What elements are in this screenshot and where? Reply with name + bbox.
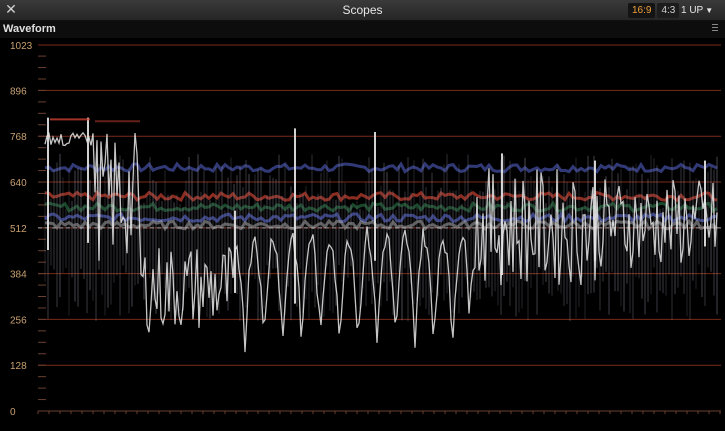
y-tick-label: 256 xyxy=(10,315,27,326)
chevron-down-icon: ▼ xyxy=(705,6,714,15)
y-tick-label: 128 xyxy=(10,361,27,372)
y-tick-label: 384 xyxy=(10,270,27,281)
y-tick-label: 640 xyxy=(10,178,27,189)
aspect-ratio-group: 16:9 4:3 xyxy=(628,3,680,18)
title-bar: ✕ Scopes 16:9 4:3 1 UP ▼ xyxy=(0,0,725,21)
y-tick-label: 768 xyxy=(10,132,27,143)
layout-select-label: 1 UP xyxy=(681,5,704,16)
scope-title: Waveform xyxy=(3,23,56,35)
y-tick-label: 512 xyxy=(10,224,27,235)
hamburger-menu-icon[interactable] xyxy=(711,24,719,35)
blue-trace xyxy=(44,161,718,174)
aspect-4-3-button[interactable]: 4:3 xyxy=(657,3,680,18)
waveform-scope: 1023 896 768 640 512 384 256 128 0 xyxy=(0,38,725,431)
y-tick-label: 0 xyxy=(10,407,16,418)
y-tick-label: 896 xyxy=(10,86,27,97)
window-title: Scopes xyxy=(342,3,383,17)
waveform-chart: 1023 896 768 640 512 384 256 128 0 xyxy=(10,41,721,418)
scope-panel-header: Waveform xyxy=(0,21,725,38)
layout-dropdown[interactable]: 1 UP ▼ xyxy=(681,3,721,18)
y-tick-label: 1023 xyxy=(10,41,33,52)
aspect-16-9-button[interactable]: 16:9 xyxy=(628,3,656,18)
